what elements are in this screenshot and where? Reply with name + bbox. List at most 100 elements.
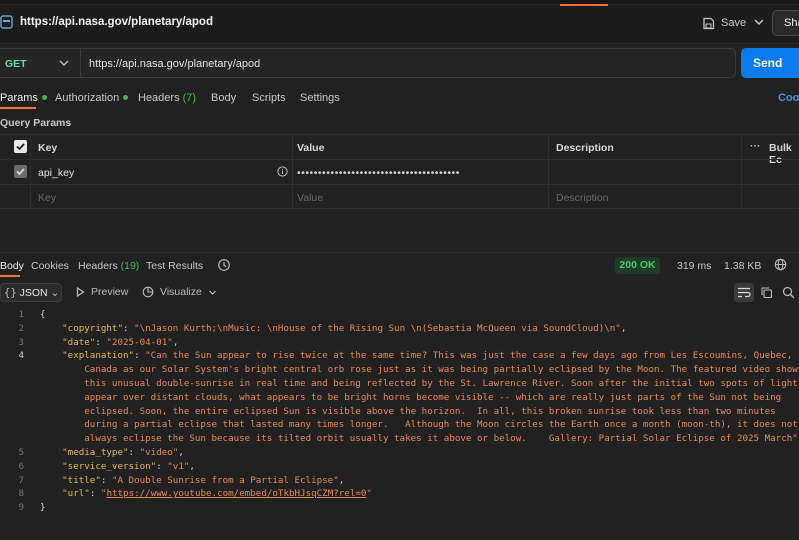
url-input[interactable]: https://api.nasa.gov/planetary/apod bbox=[89, 58, 260, 70]
json-value: eclipsed. Soon, the entire eclipsed Sun … bbox=[84, 405, 776, 417]
code-line-wrapped: Canada as our Solar System's bright cent… bbox=[40, 363, 799, 377]
chevron-down-icon: ⌄ bbox=[50, 287, 60, 299]
info-icon[interactable] bbox=[277, 166, 288, 177]
visualize-label: Visualize bbox=[160, 286, 202, 298]
description-column-header: Description bbox=[556, 142, 614, 154]
select-all-checkbox[interactable] bbox=[14, 140, 27, 153]
line-number: 5 bbox=[18, 447, 24, 458]
tab-settings[interactable]: Settings bbox=[300, 92, 340, 104]
chevron-down-icon[interactable] bbox=[752, 14, 766, 30]
key-column-header: Key bbox=[38, 142, 58, 154]
code-line-wrapped: during a partial eclipse that lasted man… bbox=[40, 418, 798, 432]
save-button[interactable]: Save bbox=[702, 13, 746, 33]
save-icon bbox=[703, 17, 715, 29]
tab-label: Authorization bbox=[55, 92, 120, 104]
query-params-heading: Query Params bbox=[0, 117, 72, 129]
response-tab-body[interactable]: Body bbox=[0, 260, 24, 272]
method-select[interactable]: GET bbox=[5, 58, 27, 70]
response-time[interactable]: 319 ms bbox=[677, 260, 711, 272]
url-bar: GET https://api.nasa.gov/planetary/apod bbox=[0, 48, 736, 78]
row-checkbox[interactable] bbox=[14, 165, 27, 178]
share-button[interactable]: Sha bbox=[772, 10, 799, 36]
active-tab-indicator bbox=[560, 4, 608, 6]
code-line-wrapped: eclipsed. Soon, the entire eclipsed Sun … bbox=[40, 405, 776, 419]
tab-authorization[interactable]: Authorization bbox=[55, 92, 129, 104]
line-number: 7 bbox=[18, 474, 24, 486]
format-select[interactable]: {} JSON ⌄ bbox=[0, 283, 62, 302]
line-number: 4 bbox=[18, 350, 24, 362]
line-number: 9 bbox=[18, 502, 24, 514]
send-button[interactable]: Send bbox=[741, 48, 799, 78]
json-value: "v1" bbox=[167, 460, 190, 472]
table-header-row: Key Value Description ··· Bulk Ec bbox=[0, 134, 799, 166]
tab-scripts[interactable]: Scripts bbox=[252, 92, 286, 104]
params-table: Key Value Description ··· Bulk Ec api_ke… bbox=[0, 134, 799, 209]
table-row: api_key ••••••••••••••••••••••••••••••••… bbox=[0, 159, 799, 184]
key-placeholder[interactable]: Key bbox=[38, 192, 56, 204]
tab-headers[interactable]: Headers (7) bbox=[138, 92, 196, 104]
code-line: "media_type": "video", bbox=[62, 447, 184, 458]
pane-divider[interactable] bbox=[0, 252, 799, 253]
code-line-wrapped: always eclipse the Sun because its tilte… bbox=[40, 432, 799, 446]
description-placeholder[interactable]: Description bbox=[556, 192, 609, 204]
globe-icon[interactable] bbox=[774, 258, 787, 271]
tab-params[interactable]: Params bbox=[0, 92, 47, 104]
line-number: 3 bbox=[18, 336, 24, 348]
tab-label: Params bbox=[0, 92, 38, 104]
json-value: "\nJason Kurth;\nMusic: \nHouse of the R… bbox=[134, 322, 621, 334]
wrap-lines-button[interactable] bbox=[734, 283, 754, 302]
json-value: "video" bbox=[139, 447, 179, 458]
more-options-icon[interactable]: ··· bbox=[750, 140, 761, 152]
active-tab-underline bbox=[0, 275, 20, 277]
json-value: Canada as our Solar System's bright cent… bbox=[84, 364, 799, 376]
tab-strip bbox=[0, 0, 799, 5]
response-tab-cookies[interactable]: Cookies bbox=[31, 260, 69, 272]
request-title[interactable]: https://api.nasa.gov/planetary/apod bbox=[20, 16, 213, 28]
code-line: { bbox=[40, 309, 46, 320]
status-badge[interactable]: 200 OK bbox=[615, 257, 660, 274]
url-link[interactable]: https://www.youtube.com/embed/oTkbHJsqCZ… bbox=[106, 488, 366, 499]
code-line: "copyright": "\nJason Kurth;\nMusic: \nH… bbox=[62, 322, 627, 334]
play-icon bbox=[76, 287, 85, 297]
headers-count: (7) bbox=[182, 92, 197, 104]
save-label: Save bbox=[721, 17, 747, 29]
visualize-icon bbox=[142, 286, 154, 298]
wrap-lines-icon bbox=[738, 287, 751, 298]
json-value: this unusual double-sunrise in real time… bbox=[84, 378, 798, 389]
param-key[interactable]: api_key bbox=[38, 167, 74, 179]
line-number: 1 bbox=[18, 309, 24, 320]
code-line: "url": "https://www.youtube.com/embed/oT… bbox=[62, 488, 372, 500]
code-line: "title": "A Double Sunrise from a Partia… bbox=[62, 474, 345, 486]
response-tab-test-results[interactable]: Test Results bbox=[146, 260, 203, 272]
response-body-editor[interactable]: 1 2 3 4 5 6 7 8 9 { "copyright": "\nJaso… bbox=[0, 308, 799, 528]
active-dot bbox=[41, 95, 47, 100]
preview-label: Preview bbox=[91, 286, 129, 298]
json-value: during a partial eclipse that lasted man… bbox=[84, 419, 798, 431]
response-size[interactable]: 1.38 KB bbox=[724, 260, 761, 272]
preview-button[interactable]: Preview bbox=[76, 286, 128, 298]
param-value[interactable]: ••••••••••••••••••••••••••••••••••••••• bbox=[297, 167, 460, 179]
empty-param-row: Key Value Description bbox=[0, 184, 799, 209]
code-line-wrapped: this unusual double-sunrise in real time… bbox=[40, 377, 798, 391]
code-line: } bbox=[40, 502, 46, 514]
json-value: appear over distant clouds, what appears… bbox=[84, 391, 782, 403]
history-icon[interactable] bbox=[217, 258, 231, 272]
code-line-wrapped: appear over distant clouds, what appears… bbox=[40, 391, 781, 405]
headers-count: (19) bbox=[120, 260, 140, 272]
divider bbox=[80, 49, 81, 77]
line-number: 8 bbox=[18, 488, 24, 500]
chevron-down-icon[interactable] bbox=[58, 57, 70, 69]
code-line: "date": "2025-04-01", bbox=[62, 336, 179, 348]
copy-icon[interactable] bbox=[760, 286, 773, 299]
search-icon[interactable] bbox=[782, 286, 795, 299]
tab-body[interactable]: Body bbox=[211, 92, 236, 104]
response-tab-headers[interactable]: Headers (19) bbox=[78, 260, 139, 272]
json-value: "2025-04-01" bbox=[106, 336, 173, 348]
code-line: "explanation": "Can the Sun appear to ri… bbox=[62, 350, 793, 362]
line-number: 6 bbox=[18, 460, 24, 472]
value-placeholder[interactable]: Value bbox=[297, 192, 323, 204]
cookies-link[interactable]: Cooki bbox=[778, 92, 799, 104]
chevron-down-icon bbox=[208, 290, 216, 295]
visualize-button[interactable]: Visualize bbox=[142, 286, 217, 298]
tab-label: Headers bbox=[78, 260, 118, 272]
